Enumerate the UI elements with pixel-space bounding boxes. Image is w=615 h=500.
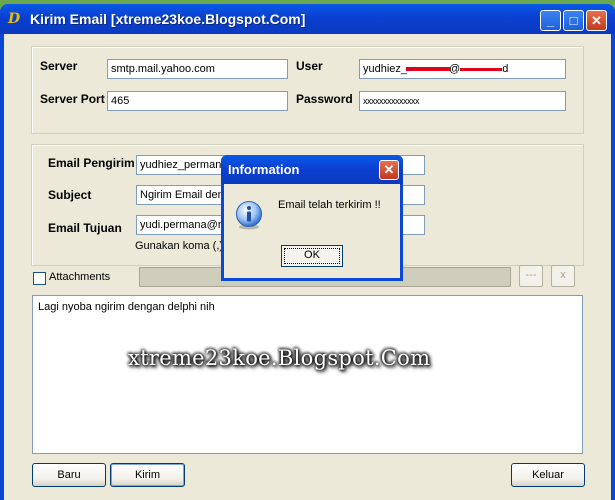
info-icon bbox=[236, 201, 262, 230]
user-label: User bbox=[296, 59, 323, 73]
dialog-message: Email telah terkirim !! bbox=[278, 199, 381, 211]
server-input[interactable]: smtp.mail.yahoo.com bbox=[107, 59, 288, 79]
recipient-label: Email Tujuan bbox=[48, 221, 122, 235]
attachments-label: Attachments bbox=[49, 271, 111, 283]
password-input[interactable]: xxxxxxxxxxxxxx bbox=[359, 91, 566, 111]
sender-label: Email Pengirim bbox=[48, 156, 135, 170]
server-port-input[interactable]: 465 bbox=[107, 91, 288, 111]
new-button[interactable]: Baru bbox=[32, 463, 106, 487]
dialog-title: Information bbox=[228, 162, 300, 177]
dialog-close-button[interactable]: ✕ bbox=[379, 160, 399, 180]
redaction-mark bbox=[406, 67, 451, 72]
close-button[interactable]: ✕ bbox=[586, 10, 607, 31]
user-value-start: yudhiez_ bbox=[363, 63, 408, 75]
minimize-button[interactable]: _ bbox=[540, 10, 561, 31]
window-title: Kirim Email [xtreme23koe.Blogspot.Com] bbox=[30, 11, 306, 27]
redaction-mark bbox=[460, 67, 503, 71]
password-label: Password bbox=[296, 92, 353, 106]
subject-label: Subject bbox=[48, 188, 92, 202]
dialog-ok-button[interactable]: OK bbox=[281, 245, 343, 267]
browse-attachment-button[interactable]: --- bbox=[519, 265, 543, 287]
server-label: Server bbox=[40, 59, 78, 73]
recipient-hint: Gunakan koma (,) bbox=[135, 240, 224, 252]
send-button[interactable]: Kirim bbox=[110, 463, 185, 487]
message-body-textarea[interactable]: Lagi nyoba ngirim dengan delphi nih bbox=[32, 295, 583, 454]
title-bar[interactable]: D Kirim Email [xtreme23koe.Blogspot.Com]… bbox=[0, 4, 615, 34]
remove-attachment-button[interactable]: x bbox=[551, 265, 575, 287]
server-port-label: Server Port bbox=[40, 92, 105, 106]
delphi-app-icon: D bbox=[8, 11, 21, 27]
maximize-button[interactable]: □ bbox=[563, 10, 584, 31]
user-value-at: @ bbox=[449, 63, 461, 75]
watermark-text: xtreme23koe.Blogspot.Com bbox=[128, 346, 431, 370]
exit-button[interactable]: Keluar bbox=[511, 463, 585, 487]
user-input[interactable]: yudhiez_ @ d bbox=[359, 59, 566, 79]
attachments-checkbox[interactable] bbox=[33, 272, 46, 285]
user-value-end: d bbox=[502, 63, 509, 75]
dialog-title-bar[interactable]: Information ✕ bbox=[221, 155, 403, 184]
message-body-text: Lagi nyoba ngirim dengan delphi nih bbox=[38, 301, 215, 313]
information-dialog: Information ✕ Email telah terkirim !! OK bbox=[221, 155, 403, 281]
dialog-body: Email telah terkirim !! OK bbox=[224, 184, 400, 278]
